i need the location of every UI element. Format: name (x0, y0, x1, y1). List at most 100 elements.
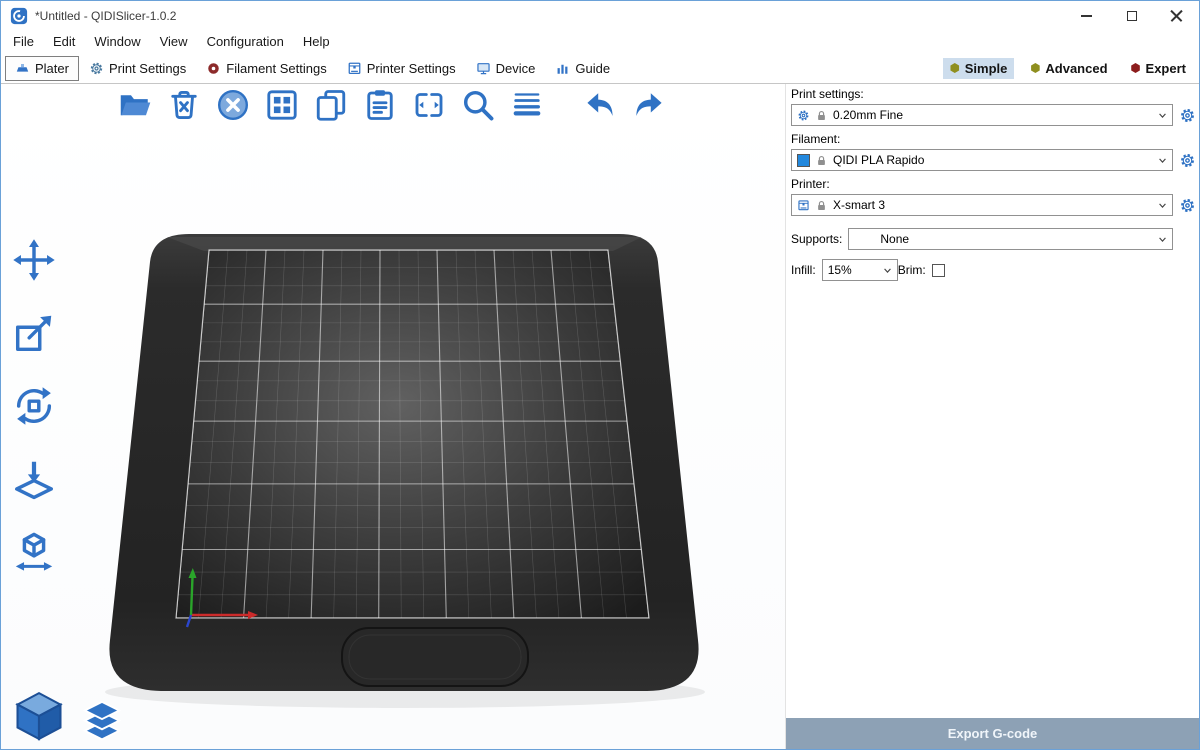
tab-device[interactable]: Device (466, 56, 546, 81)
flatten-icon (11, 456, 57, 502)
app-window: *Untitled - QIDISlicer-1.0.2 File Edit W… (0, 0, 1200, 750)
split-icon (411, 87, 447, 123)
view-3d-editor-button[interactable] (11, 688, 67, 744)
mode-label: Expert (1146, 61, 1186, 76)
variable-layer-height-button[interactable] (507, 85, 547, 125)
gizmo-toolbar (8, 234, 60, 578)
infill-value: 15% (828, 263, 852, 277)
mode-advanced-dot-icon (1030, 63, 1040, 73)
tab-print-settings[interactable]: Print Settings (79, 56, 196, 81)
printer-combo[interactable]: X-smart 3 (791, 194, 1173, 216)
brim-label: Brim: (898, 263, 926, 277)
filament-edit-button[interactable] (1178, 151, 1196, 169)
scale-tool-button[interactable] (8, 307, 60, 359)
tabbar: Plater Print Settings Filament Settings … (1, 53, 1199, 84)
mode-advanced[interactable]: Advanced (1023, 58, 1114, 79)
bed-handle (342, 628, 528, 686)
chevron-down-icon (1156, 154, 1169, 167)
print-settings-gear-icon (89, 61, 104, 76)
guide-bars-icon (555, 61, 570, 76)
delete-button[interactable] (164, 85, 204, 125)
place-on-face-tool-button[interactable] (8, 453, 60, 505)
cube-3d-icon (11, 688, 67, 744)
gear-icon (1179, 107, 1196, 124)
export-gcode-button[interactable]: Export G-code (786, 718, 1199, 749)
tab-plater[interactable]: Plater (5, 56, 79, 81)
chevron-down-icon (881, 264, 894, 277)
measure-tool-button[interactable] (8, 526, 60, 578)
view-switch (11, 688, 125, 744)
app-logo-icon (10, 7, 28, 25)
window-controls (1064, 1, 1199, 30)
mode-expert[interactable]: Expert (1124, 58, 1193, 79)
menu-edit[interactable]: Edit (50, 32, 78, 51)
copy-icon (313, 87, 349, 123)
search-button[interactable] (458, 85, 498, 125)
print-settings-label: Print settings: (791, 87, 1196, 101)
infill-row: Infill: 15% Brim: (791, 259, 1196, 281)
minimize-button[interactable] (1064, 1, 1109, 30)
open-file-button[interactable] (115, 85, 155, 125)
tab-guide[interactable]: Guide (545, 56, 620, 81)
printer-edit-button[interactable] (1178, 196, 1196, 214)
filament-combo[interactable]: QIDI PLA Rapido (791, 149, 1173, 171)
rotate-tool-button[interactable] (8, 380, 60, 432)
tab-filament-settings[interactable]: Filament Settings (196, 56, 336, 81)
chevron-down-icon (1156, 233, 1169, 246)
gear-icon (1179, 152, 1196, 169)
undo-arrow-icon (582, 87, 618, 123)
plater-3d-viewport[interactable] (1, 84, 785, 749)
filament-label: Filament: (791, 132, 1196, 146)
plater-icon (15, 61, 30, 76)
paste-button[interactable] (360, 85, 400, 125)
tab-label: Plater (35, 61, 69, 76)
print-settings-combo[interactable]: 0.20mm Fine (791, 104, 1173, 126)
supports-value: None (854, 232, 909, 246)
build-plate (176, 250, 649, 618)
menu-file[interactable]: File (10, 32, 37, 51)
brim-checkbox[interactable] (932, 264, 945, 277)
printer-label: Printer: (791, 177, 1196, 191)
printer-bed (1, 84, 785, 749)
delete-all-button[interactable] (213, 85, 253, 125)
close-button[interactable] (1154, 1, 1199, 30)
redo-button[interactable] (629, 85, 669, 125)
print-settings-edit-button[interactable] (1178, 106, 1196, 124)
lock-icon (815, 199, 828, 212)
supports-combo[interactable]: None (848, 228, 1173, 250)
maximize-button[interactable] (1109, 1, 1154, 30)
menu-view[interactable]: View (157, 32, 191, 51)
redo-arrow-icon (631, 87, 667, 123)
chevron-down-icon (1156, 199, 1169, 212)
arrange-grid-icon (264, 87, 300, 123)
tab-label: Filament Settings (226, 61, 326, 76)
arrange-button[interactable] (262, 85, 302, 125)
filament-value: QIDI PLA Rapido (833, 153, 924, 167)
copy-button[interactable] (311, 85, 351, 125)
layer-lines-icon (509, 87, 545, 123)
mode-switcher: Simple Advanced Expert (943, 58, 1195, 79)
menu-help[interactable]: Help (300, 32, 333, 51)
gear-icon (1179, 197, 1196, 214)
tab-label: Guide (575, 61, 610, 76)
lock-icon (815, 109, 828, 122)
split-objects-button[interactable] (409, 85, 449, 125)
undo-button[interactable] (580, 85, 620, 125)
menu-window[interactable]: Window (91, 32, 143, 51)
device-monitor-icon (476, 61, 491, 76)
filament-spool-icon (206, 61, 221, 76)
rotate-icon (11, 383, 57, 429)
printer-value: X-smart 3 (833, 198, 885, 212)
move-arrows-icon (11, 237, 57, 283)
scale-icon (11, 310, 57, 356)
tab-label: Device (496, 61, 536, 76)
trash-icon (166, 87, 202, 123)
tab-label: Printer Settings (367, 61, 456, 76)
mode-simple[interactable]: Simple (943, 58, 1015, 79)
tab-printer-settings[interactable]: Printer Settings (337, 56, 466, 81)
infill-combo[interactable]: 15% (822, 259, 898, 281)
view-preview-layers-button[interactable] (79, 698, 125, 744)
menu-configuration[interactable]: Configuration (204, 32, 287, 51)
titlebar[interactable]: *Untitled - QIDISlicer-1.0.2 (1, 1, 1199, 30)
move-tool-button[interactable] (8, 234, 60, 286)
